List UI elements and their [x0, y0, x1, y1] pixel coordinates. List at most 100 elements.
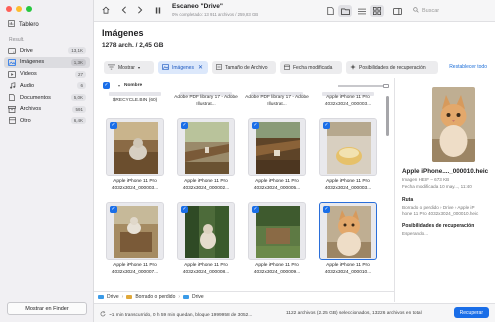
close-icon[interactable]: ✕ — [198, 64, 203, 71]
dashboard-icon — [8, 20, 15, 29]
sidebar-item-audio[interactable]: Audio 6 — [4, 80, 90, 92]
document-view-button[interactable] — [324, 5, 336, 17]
path-item[interactable]: Borrado o perdido — [135, 294, 175, 300]
caption-line: Apple iPhone 11 Pro — [255, 179, 299, 184]
folder-view-button[interactable] — [338, 5, 352, 17]
archives-icon — [8, 105, 16, 113]
grid-icon — [373, 2, 381, 20]
file-caption[interactable]: Apple iPhone 11 Pro 4032x3024_000002... — [171, 179, 241, 192]
path-item[interactable]: Drive — [192, 294, 204, 300]
file-name[interactable]: Adobe PDF library 17 - Adobe Illustrat..… — [171, 95, 241, 108]
column-name-header[interactable]: Nombre — [124, 83, 142, 88]
sidebar-item-other[interactable]: Otro 6,4K — [4, 115, 90, 127]
list-view-button[interactable] — [356, 5, 368, 17]
select-checkbox[interactable]: ✓ — [110, 206, 117, 213]
select-checkbox[interactable]: ✓ — [181, 122, 188, 129]
thumbnail-size-slider-handle[interactable] — [383, 83, 389, 88]
list-icon — [358, 2, 366, 20]
photo-cat-in-garden — [185, 206, 229, 258]
file-size-filter-chip[interactable]: Tamaño de Archivo — [212, 61, 276, 74]
toggle-preview-button[interactable] — [391, 5, 403, 17]
grid-view-button[interactable] — [370, 5, 384, 17]
selection-summary: 1122 archivos (2.25 GB) seleccionados, 1… — [286, 311, 422, 316]
select-checkbox[interactable]: ✓ — [323, 206, 330, 213]
select-checkbox[interactable]: ✓ — [181, 206, 188, 213]
preview-modified-date: Fecha modificada 10 may..., 11:40 — [402, 184, 472, 189]
drive-icon — [8, 47, 16, 54]
file-thumbnail[interactable]: ✓ — [106, 118, 164, 176]
select-checkbox[interactable]: ✓ — [110, 122, 117, 129]
recovery-chances-label: Posibilidades de recuperación — [359, 64, 426, 71]
folder-icon — [183, 294, 190, 300]
sort-arrow-icon[interactable]: ▾ — [118, 83, 120, 88]
path-item[interactable]: Drive — [107, 294, 119, 300]
file-name[interactable]: Apple iPhone 11 Pro 4032x3024_000003... — [313, 95, 383, 108]
video-icon — [8, 70, 16, 78]
sidebar-item-label: Videos — [20, 71, 37, 78]
select-checkbox[interactable]: ✓ — [323, 122, 330, 129]
search-field[interactable]: Buscar — [409, 5, 489, 17]
count-badge: 27 — [74, 70, 86, 78]
file-caption[interactable]: Apple iPhone 11 Pro 4032x3024_000009... — [242, 263, 312, 276]
reset-all-link[interactable]: Restablecer todo — [449, 64, 487, 70]
file-thumbnail[interactable]: ✓ — [248, 118, 306, 176]
images-chip-label: Imágenes — [172, 64, 194, 71]
file-caption[interactable]: Apple iPhone 11 Pro 4032x3024_000010... — [313, 263, 383, 276]
count-badge: 1,3K — [70, 58, 86, 66]
file-caption[interactable]: Apple iPhone 11 Pro 4032x3024_000005... — [242, 179, 312, 192]
sidebar: Tablero Result. Drive 13,1K Imágenes 1,3… — [0, 0, 94, 322]
photo-cat-on-bench — [114, 122, 158, 174]
file-thumbnail[interactable]: ✓ — [319, 118, 377, 176]
date-modified-filter-chip[interactable]: Fecha modificada — [280, 61, 342, 74]
sidebar-item-videos[interactable]: Videos 27 — [4, 68, 90, 80]
pause-scan-button[interactable] — [152, 5, 164, 17]
zoom-window-button[interactable] — [26, 6, 32, 12]
show-filter-dropdown[interactable]: Mostrar ▾ — [104, 61, 154, 74]
select-checkbox[interactable]: ✓ — [252, 206, 259, 213]
file-caption[interactable]: Apple iPhone 11 Pro 4032x3024_000008... — [171, 263, 241, 276]
select-all-checkbox[interactable]: ✓ — [103, 82, 110, 89]
back-button[interactable] — [118, 5, 130, 17]
sidebar-item-documents[interactable]: Documentos 5,0K — [4, 92, 90, 104]
file-name[interactable]: $RECYCLE.BIN (60) — [100, 98, 170, 103]
home-icon — [102, 6, 110, 16]
file-thumbnail[interactable]: ✓ — [177, 118, 235, 176]
close-window-button[interactable] — [6, 6, 12, 12]
images-filter-chip[interactable]: Imágenes ✕ — [158, 61, 208, 74]
select-checkbox[interactable]: ✓ — [252, 122, 259, 129]
file-caption[interactable]: Apple iPhone 11 Pro 4032x3024_000003... — [100, 179, 170, 192]
sidebar-item-label: Imágenes — [20, 59, 45, 66]
minimize-window-button[interactable] — [16, 6, 22, 12]
recovery-chances-filter-chip[interactable]: Posibilidades de recuperación — [346, 61, 438, 74]
file-thumbnail-selected[interactable]: ✓ — [319, 202, 377, 260]
scan-status: ~1 min transcurrido, 0 h 59 min quedan, … — [100, 311, 252, 319]
thumbnail-size-slider[interactable] — [338, 85, 388, 87]
photo-kitten-large — [432, 87, 475, 162]
file-caption[interactable]: Apple iPhone 11 Pro 4032x3024_000003... — [313, 179, 383, 192]
list-header: ✓ ▾ Nombre — [100, 81, 389, 90]
chevron-right-icon: › — [121, 294, 124, 300]
file-caption[interactable]: Apple iPhone 11 Pro 4032x3024_000007... — [100, 263, 170, 276]
sidebar-item-dashboard[interactable]: Tablero — [8, 20, 39, 29]
images-icon — [162, 63, 169, 72]
home-button[interactable] — [100, 5, 112, 17]
file-name[interactable]: Adobe PDF library 17 - Adobe Illustrat..… — [242, 95, 312, 108]
file-thumbnail[interactable]: ✓ — [177, 202, 235, 260]
show-in-finder-button[interactable]: Mostrar en Finder — [7, 302, 87, 315]
app-window: Tablero Result. Drive 13,1K Imágenes 1,3… — [0, 0, 495, 322]
sidebar-item-drive[interactable]: Drive 13,1K — [4, 45, 90, 57]
sidebar-item-images[interactable]: Imágenes 1,3K — [4, 56, 90, 69]
file-thumbnail[interactable]: ✓ — [248, 202, 306, 260]
sidebar-item-archives[interactable]: Archivos 591 — [4, 103, 90, 115]
sidebar-item-label: Archivos — [20, 106, 42, 113]
forward-button[interactable] — [134, 5, 146, 17]
vertical-scrollbar[interactable] — [386, 96, 389, 136]
caption-line: 4032x3024_000010... — [324, 269, 372, 275]
caption-line: Apple iPhone 11 Pro — [326, 179, 370, 184]
recover-button[interactable]: Recuperar — [453, 307, 489, 318]
route-heading: Ruta — [402, 197, 414, 203]
sidebar-category-list: Drive 13,1K Imágenes 1,3K Videos 27 Audi… — [4, 45, 90, 127]
file-thumbnail[interactable]: ✓ — [106, 202, 164, 260]
images-icon — [8, 58, 16, 66]
filter-bar: Mostrar ▾ Imágenes ✕ Tamaño de Archivo F… — [100, 61, 495, 75]
